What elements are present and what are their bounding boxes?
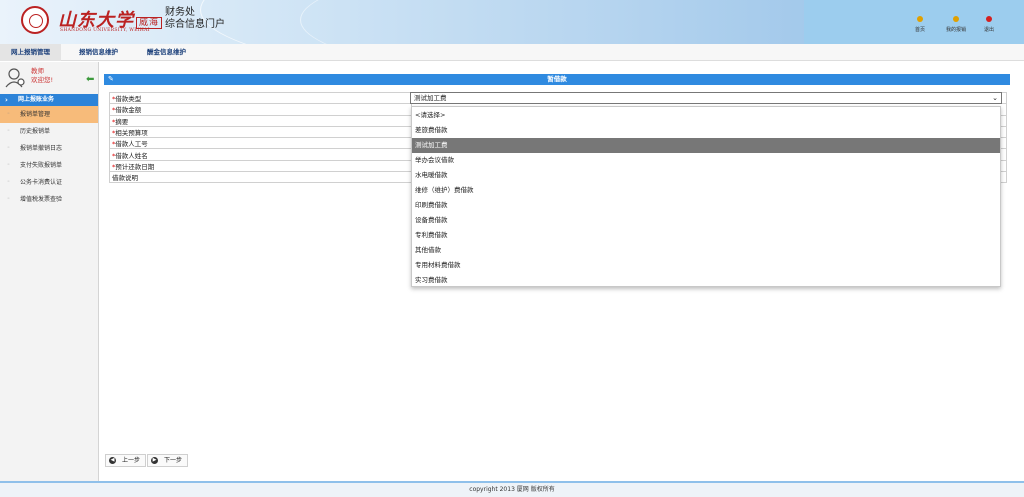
- dropdown-option[interactable]: 印刷费借款: [412, 198, 1000, 213]
- home-icon: [917, 16, 923, 22]
- form-label: *借款人姓名: [109, 148, 412, 161]
- tab-remuneration-info[interactable]: 酬金信息维护: [136, 44, 197, 61]
- dropdown-option[interactable]: <请选择>: [412, 108, 1000, 123]
- loan-type-dropdown-list: <请选择> 差旅费借款 测试加工费 举办会议借款 水电暖借款 维修（维护）费借款…: [411, 106, 1001, 287]
- dropdown-option[interactable]: 举办会议借款: [412, 153, 1000, 168]
- loan-type-select[interactable]: 测试加工费 ⌄: [410, 92, 1002, 104]
- panel-header: ✎ 暂借款: [104, 74, 1010, 85]
- bullet-icon: ◦: [7, 179, 10, 185]
- arrow-left-icon: ◀: [109, 457, 116, 464]
- home-link[interactable]: 首页: [905, 16, 935, 33]
- portal-name: 综合信息门户: [165, 19, 225, 30]
- form-label: *相关预算项: [109, 125, 412, 139]
- chevron-right-icon: ›: [5, 96, 8, 104]
- form-label: *摘要: [109, 114, 412, 127]
- arrow-right-icon: ▶: [151, 457, 158, 464]
- my-reimbursement-icon: [953, 16, 959, 22]
- dropdown-option[interactable]: 水电暖借款: [412, 168, 1000, 183]
- logout-link[interactable]: 退出: [974, 16, 1004, 33]
- sidebar-item-payment-failed[interactable]: ◦ 支付失败报销单: [0, 157, 98, 174]
- top-tab-bar: 网上报销管理 报销信息维护 酬金信息维护: [0, 44, 1024, 61]
- dropdown-option[interactable]: 专利费借款: [412, 228, 1000, 243]
- sidebar: 教师 欢迎您! ⬅ › 网上报账业务 ◦ 报销单管理 ◦ 历史报销单 ◦ 报销单撤销日…: [0, 62, 99, 482]
- next-step-button[interactable]: ▶ 下一步: [147, 454, 189, 467]
- dropdown-option[interactable]: 差旅费借款: [412, 123, 1000, 138]
- dropdown-option[interactable]: 其他借款: [412, 243, 1000, 258]
- chevron-down-icon: ⌄: [992, 94, 998, 102]
- form-label: *借款类型: [109, 91, 412, 105]
- sidebar-item-history[interactable]: ◦ 历史报销单: [0, 123, 98, 140]
- tab-online-reimbursement[interactable]: 网上报销管理: [0, 44, 61, 61]
- sidebar-item-revoke-log[interactable]: ◦ 报销单撤销日志: [0, 140, 98, 157]
- tab-reimbursement-info[interactable]: 报销信息维护: [68, 44, 129, 61]
- collapse-arrow-icon[interactable]: ⬅: [86, 74, 94, 85]
- welcome-text: 欢迎您!: [31, 76, 54, 84]
- panel-title: 暂借款: [547, 75, 567, 83]
- bullet-icon: ◦: [7, 196, 10, 202]
- pencil-icon: ✎: [108, 75, 114, 83]
- dropdown-option[interactable]: 设备费借款: [412, 213, 1000, 228]
- form-label: *预计还款日期: [109, 159, 412, 173]
- university-seal-logo: [21, 6, 49, 34]
- user-settings-icon: [5, 68, 25, 88]
- university-english-name: SHANDONG UNIVERSITY, WEIHAI: [60, 28, 150, 33]
- footer: copyright 2013 厦网 版权所有: [0, 481, 1024, 497]
- sidebar-item-reimbursement-management[interactable]: ◦ 报销单管理: [0, 106, 98, 123]
- bullet-icon: ◦: [7, 145, 10, 151]
- sidebar-item-official-card[interactable]: ◦ 公务卡消费认证: [0, 174, 98, 191]
- copyright-text: copyright 2013 厦网 版权所有: [469, 486, 555, 493]
- portal-title: 财务处 综合信息门户: [165, 7, 225, 31]
- bullet-icon: ◦: [7, 128, 10, 134]
- department-name: 财务处: [165, 7, 195, 18]
- sidebar-item-vat-invoice[interactable]: ◦ 增值税发票查验: [0, 191, 98, 208]
- user-box: 教师 欢迎您! ⬅: [0, 62, 98, 94]
- dropdown-option[interactable]: 专用材料费借款: [412, 258, 1000, 273]
- bullet-icon: ◦: [7, 111, 10, 117]
- form-label: 借款说明: [109, 171, 412, 184]
- header-banner: 山东大学 威海 SHANDONG UNIVERSITY, WEIHAI 财务处 综…: [0, 0, 1024, 44]
- form-label: *借款人工号: [109, 137, 412, 150]
- my-reimbursement-link[interactable]: 我的报销: [941, 16, 971, 33]
- dropdown-option[interactable]: 实习费借款: [412, 273, 1000, 288]
- sidebar-group-online-business[interactable]: › 网上报账业务: [0, 94, 98, 106]
- dropdown-option[interactable]: 维修（维护）费借款: [412, 183, 1000, 198]
- form-label: *借款金额: [109, 103, 412, 116]
- dropdown-option-selected[interactable]: 测试加工费: [412, 138, 1000, 153]
- bullet-icon: ◦: [7, 162, 10, 168]
- logout-icon: [986, 16, 992, 22]
- prev-step-button[interactable]: ◀ 上一步: [105, 454, 147, 467]
